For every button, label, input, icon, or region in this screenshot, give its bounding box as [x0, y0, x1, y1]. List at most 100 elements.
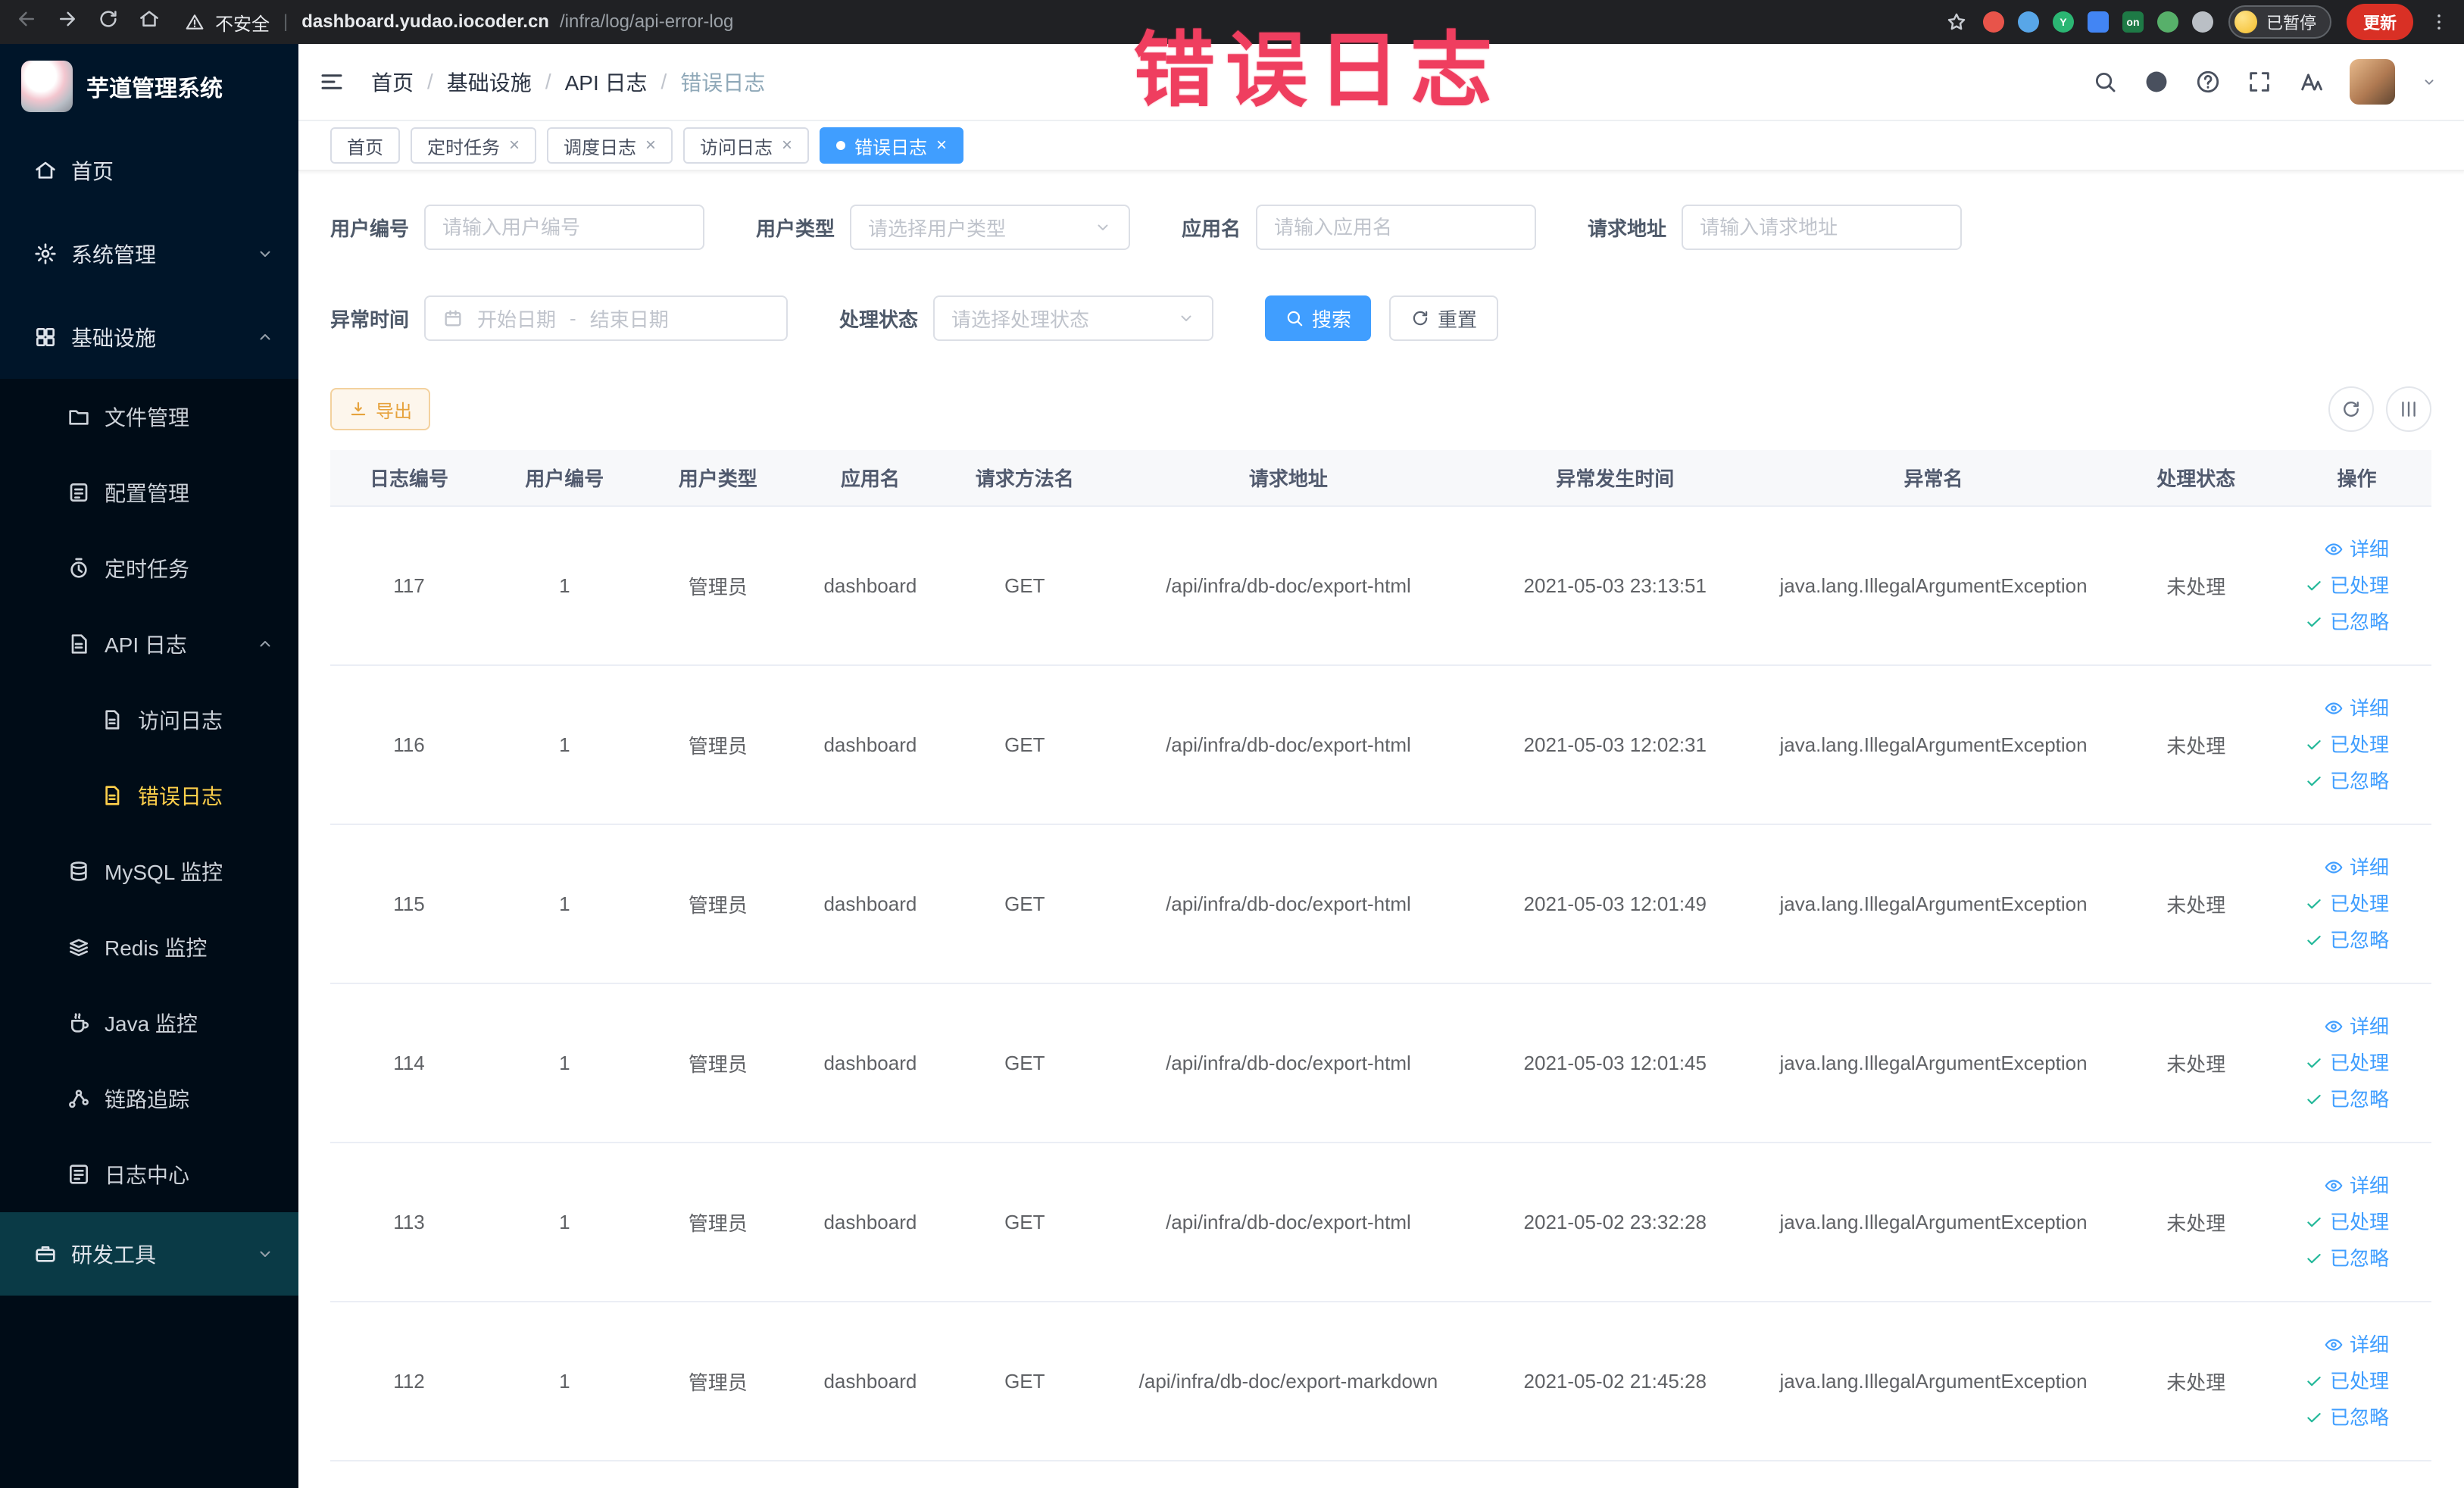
breadcrumb-item[interactable]: 基础设施 [447, 67, 532, 97]
app-logo[interactable]: 芋道管理系统 [0, 44, 298, 129]
sidebar-item-scheduled-tasks[interactable]: 定时任务 [0, 530, 298, 606]
row-action-detail[interactable]: 详细 [2282, 1008, 2389, 1045]
export-button[interactable]: 导出 [330, 388, 430, 430]
tab-首页[interactable]: 首页 [330, 127, 400, 164]
row-action-processed[interactable]: 已处理 [2282, 1204, 2389, 1240]
browser-update-button[interactable]: 更新 [2346, 4, 2413, 40]
profile-paused-badge[interactable]: 已暂停 [2228, 5, 2331, 39]
browser-nav [15, 8, 179, 36]
row-action-detail[interactable]: 详细 [2282, 531, 2389, 567]
user-id-input[interactable] [424, 205, 705, 250]
cell-actions: 详细 已处理已忽略 [2282, 506, 2431, 666]
row-action-processed[interactable]: 已处理 [2282, 1045, 2389, 1081]
row-action-ignored[interactable]: 已忽略 [2282, 1240, 2389, 1277]
cell-request-url: /api/infra/db-doc/export-html [1103, 506, 1474, 666]
breadcrumb-item[interactable]: 错误日志 [680, 67, 765, 97]
row-action-processed[interactable]: 已处理 [2282, 1363, 2389, 1399]
sidebar-item-config-management[interactable]: 配置管理 [0, 455, 298, 530]
tab-close-icon[interactable]: × [782, 136, 792, 155]
row-action-ignored[interactable]: 已忽略 [2282, 1399, 2389, 1436]
request-url-input[interactable] [1682, 205, 1963, 250]
sidebar-item-infrastructure[interactable]: 基础设施 [0, 295, 298, 379]
browser-menu-icon[interactable] [2428, 11, 2450, 33]
tab-调度日志[interactable]: 调度日志 × [547, 127, 673, 164]
forward-icon[interactable] [56, 8, 79, 30]
row-action-ignored[interactable]: 已忽略 [2282, 922, 2389, 958]
action-label: 已处理 [2329, 892, 2389, 915]
sidebar-item-log-center[interactable]: 日志中心 [0, 1136, 298, 1212]
sidebar-item-mysql-monitor[interactable]: MySQL 监控 [0, 833, 298, 909]
row-action-ignored[interactable]: 已忽略 [2282, 763, 2389, 799]
process-status-select[interactable]: 请选择处理状态 [933, 295, 1214, 341]
back-icon[interactable] [15, 8, 38, 30]
row-action-detail[interactable]: 详细 [2282, 1168, 2389, 1204]
sidebar-item-access-log[interactable]: 访问日志 [0, 682, 298, 758]
logo-image [21, 61, 73, 112]
search-icon[interactable] [2092, 69, 2118, 95]
eye-icon [2324, 1017, 2344, 1036]
fullscreen-icon[interactable] [2247, 69, 2272, 95]
caret-down-icon[interactable] [2421, 73, 2437, 90]
action-label: 已忽略 [2329, 611, 2389, 633]
row-action-detail[interactable]: 详细 [2282, 849, 2389, 886]
sidebar-item-home[interactable]: 首页 [0, 129, 298, 212]
columns-icon [2398, 399, 2419, 420]
extension-green-circle-icon[interactable]: Y [2052, 11, 2074, 33]
filter-process-status: 处理状态 请选择处理状态 [839, 295, 1214, 341]
sidebar-item-java-monitor[interactable]: Java 监控 [0, 985, 298, 1061]
breadcrumb-item[interactable]: API 日志 [565, 67, 648, 97]
sidebar-item-api-log[interactable]: API 日志 [0, 606, 298, 682]
app-name-input[interactable] [1256, 205, 1537, 250]
cell-user-type: 管理员 [641, 824, 795, 984]
tab-访问日志[interactable]: 访问日志 × [683, 127, 810, 164]
sidebar-item-label: 链路追踪 [105, 1088, 190, 1111]
sidebar-item-file-management[interactable]: 文件管理 [0, 379, 298, 455]
reset-button[interactable]: 重置 [1389, 295, 1499, 341]
extension-dark-icon[interactable] [2191, 11, 2213, 33]
bookmark-star-icon[interactable] [1945, 11, 1968, 33]
extension-leaf-icon[interactable] [2156, 11, 2178, 33]
menu-fold-icon[interactable] [318, 68, 345, 95]
row-action-ignored[interactable]: 已忽略 [2282, 1081, 2389, 1118]
sidebar-item-system-management[interactable]: 系统管理 [0, 212, 298, 295]
row-action-detail[interactable]: 详细 [2282, 690, 2389, 727]
font-size-icon[interactable] [2298, 69, 2324, 95]
breadcrumb-item[interactable]: 首页 [371, 67, 414, 97]
column-settings-button[interactable] [2386, 386, 2431, 432]
calendar-icon [442, 308, 464, 329]
home-icon [33, 158, 58, 183]
extension-blue-icon[interactable] [2017, 11, 2039, 33]
user-type-select[interactable]: 请选择用户类型 [850, 205, 1131, 250]
row-action-processed[interactable]: 已处理 [2282, 567, 2389, 604]
tab-close-icon[interactable]: × [645, 136, 656, 155]
sidebar-item-trace[interactable]: 链路追踪 [0, 1061, 298, 1136]
sidebar-item-redis-monitor[interactable]: Redis 监控 [0, 909, 298, 985]
cell-actions: 详细 已处理 已忽略 [2282, 665, 2431, 825]
user-avatar[interactable] [2350, 59, 2395, 105]
row-action-processed[interactable]: 已处理 [2282, 886, 2389, 922]
address-bar[interactable]: 不安全 | dashboard.yudao.iocoder.cn/infra/l… [185, 9, 1945, 36]
github-icon[interactable] [2144, 69, 2169, 95]
reload-icon[interactable] [97, 8, 120, 30]
row-action-ignored[interactable]: 已忽略 [2282, 604, 2389, 640]
table-refresh-button[interactable] [2328, 386, 2374, 432]
extension-blue-grid-icon[interactable] [2087, 11, 2109, 33]
sidebar-item-error-log[interactable]: 错误日志 [0, 758, 298, 833]
search-button[interactable]: 搜索 [1265, 295, 1372, 341]
cell-status: 未处理 [2110, 983, 2282, 1143]
row-action-processed[interactable]: 已处理 [2282, 727, 2389, 763]
refresh-icon [1410, 308, 1430, 328]
tab-close-icon[interactable]: × [509, 136, 520, 155]
user-type-label: 用户类型 [756, 217, 835, 240]
tab-close-icon[interactable]: × [936, 136, 947, 155]
extension-on-badge-icon[interactable]: on [2122, 11, 2144, 33]
question-icon[interactable] [2195, 69, 2221, 95]
page-content: 用户编号 用户类型 请选择用户类型 应用名 [298, 171, 2464, 1488]
exception-time-range-picker[interactable]: 开始日期 - 结束日期 [424, 295, 789, 341]
tab-错误日志[interactable]: 错误日志 × [820, 127, 964, 164]
extension-red-icon[interactable] [1982, 11, 2004, 33]
row-action-detail[interactable]: 详细 [2282, 1327, 2389, 1363]
home-icon[interactable] [138, 8, 161, 30]
sidebar-item-dev-tools[interactable]: 研发工具 [0, 1212, 298, 1296]
tab-定时任务[interactable]: 定时任务 × [411, 127, 537, 164]
